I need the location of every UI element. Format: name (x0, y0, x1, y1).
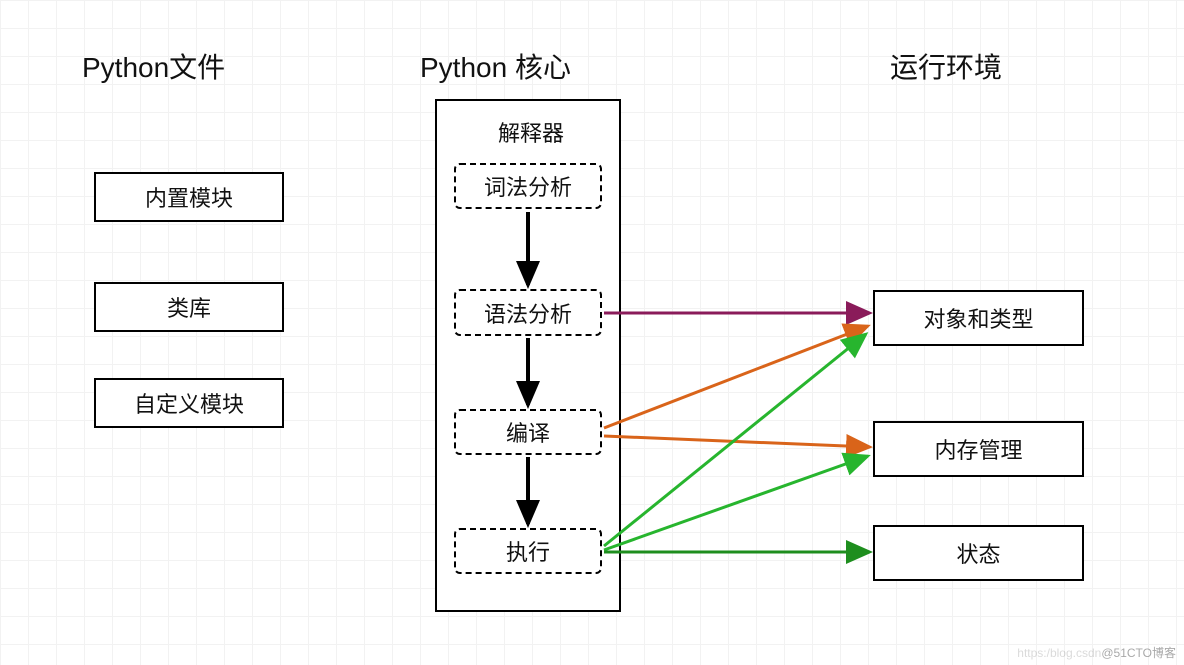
heading-runtime-env: 运行环境 (890, 46, 1002, 86)
box-libs: 类库 (94, 282, 284, 332)
arrow-exec-to-mem (604, 456, 868, 550)
step-parse: 语法分析 (454, 289, 602, 336)
arrow-compile-to-mem (604, 436, 870, 447)
box-builtin-module: 内置模块 (94, 172, 284, 222)
watermark: https:/blog.csdn@51CTO博客 (1017, 644, 1176, 661)
watermark-text: @51CTO博客 (1101, 646, 1176, 660)
step-compile: 编译 (454, 409, 602, 455)
interpreter-title: 解释器 (498, 116, 564, 148)
box-objtype: 对象和类型 (873, 290, 1084, 346)
arrow-compile-to-objtype (604, 326, 868, 428)
heading-python-file: Python文件 (82, 46, 225, 86)
step-exec: 执行 (454, 528, 602, 574)
box-state: 状态 (873, 525, 1084, 581)
box-custom-module: 自定义模块 (94, 378, 284, 428)
heading-python-core: Python 核心 (420, 46, 571, 86)
step-lex: 词法分析 (454, 163, 602, 209)
box-mem: 内存管理 (873, 421, 1084, 477)
watermark-faint: https:/blog.csdn (1017, 646, 1101, 660)
arrow-exec-to-objtype (604, 334, 866, 546)
